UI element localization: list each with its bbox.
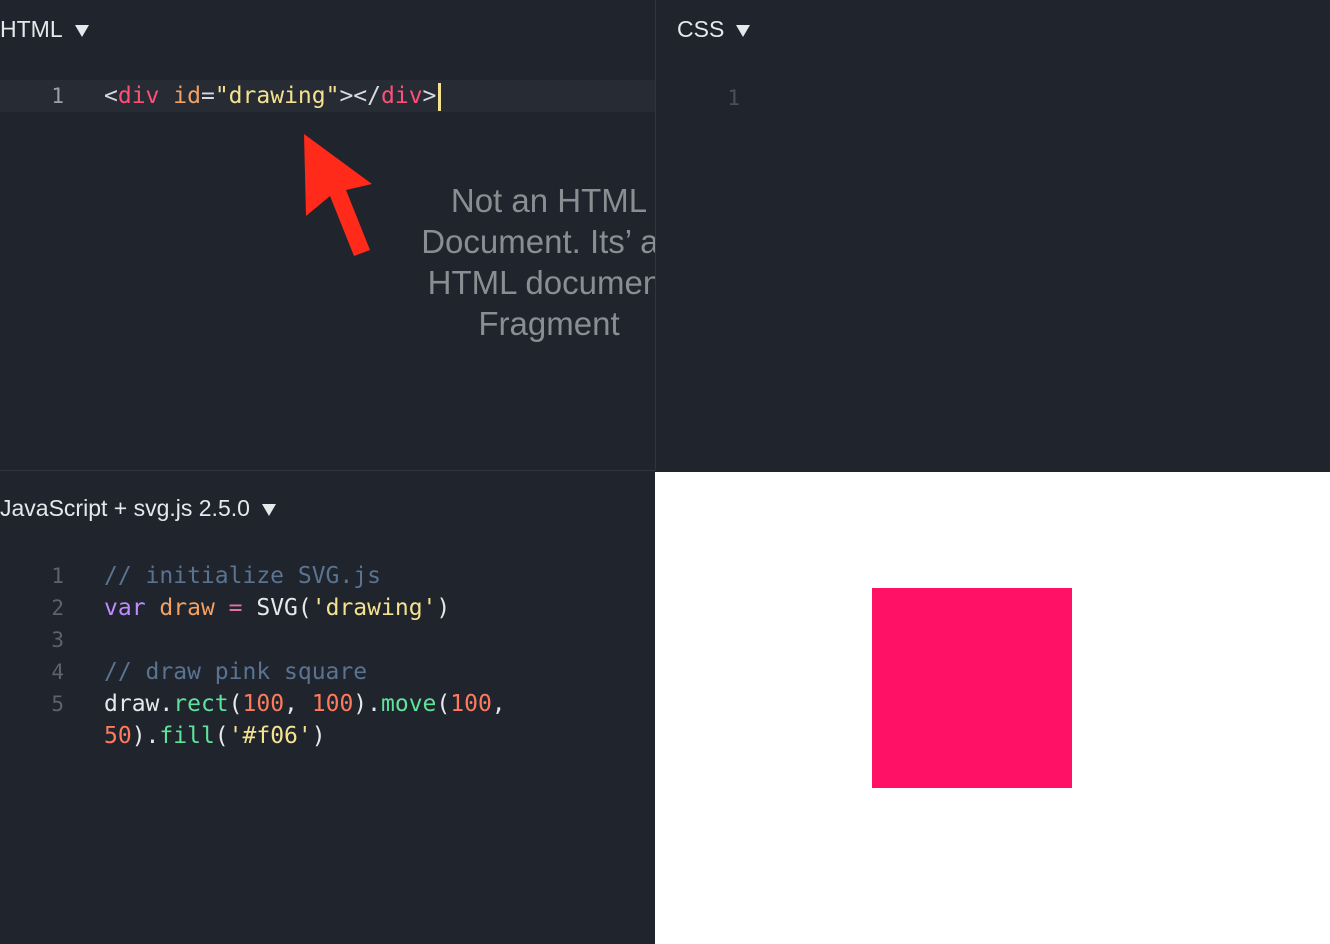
code-text: // initialize SVG.js: [104, 560, 381, 592]
code-token: 100: [311, 691, 354, 717]
annotation-line: Not an HTML: [450, 182, 648, 219]
html-pane: HTML 1 <div id="drawing"></div> Not an HT…: [0, 0, 655, 470]
annotation-text: Not an HTML Document. Its’ an HTML docum…: [409, 180, 655, 344]
code-token: ,: [284, 691, 312, 717]
css-pane: CSS 1: [655, 0, 1330, 470]
css-pane-header[interactable]: CSS: [677, 16, 751, 43]
annotation-line: Fragment: [478, 305, 620, 342]
html-code-editor[interactable]: 1 <div id="drawing"></div>: [0, 80, 655, 112]
code-token: ).: [131, 723, 160, 749]
text-cursor: [438, 82, 442, 111]
line-number: 1: [727, 86, 740, 110]
code-token: var: [104, 595, 146, 621]
js-pane-label: JavaScript + svg.js 2.5.0: [0, 495, 250, 521]
code-token: id: [173, 83, 201, 109]
js-pane: JavaScript + svg.js 2.5.0 1 // initialize…: [0, 470, 655, 944]
code-token: draw.: [104, 691, 174, 717]
annotation-line: HTML document: [427, 264, 655, 301]
code-token: move: [381, 691, 437, 717]
code-token: rect: [173, 691, 229, 717]
line-number: 4: [51, 660, 64, 684]
dropdown-caret-icon[interactable]: [74, 24, 89, 37]
code-token: ,: [491, 691, 506, 717]
code-token: draw: [159, 595, 215, 621]
red-arrow-icon: [304, 134, 372, 256]
code-token: (: [228, 691, 243, 717]
html-pane-label: HTML: [0, 16, 63, 42]
editor-app: HTML 1 <div id="drawing"></div> Not an HT…: [0, 0, 1330, 944]
code-text: // draw pink square: [104, 656, 367, 688]
js-pane-header[interactable]: JavaScript + svg.js 2.5.0: [0, 495, 276, 522]
line-number: 1: [51, 564, 64, 588]
output-preview[interactable]: [655, 472, 1330, 944]
line-number: 5: [51, 692, 64, 716]
code-token: '#f06': [228, 723, 312, 749]
code-token: >: [422, 83, 437, 109]
code-token: ): [436, 595, 451, 621]
line-number: 1: [51, 84, 64, 108]
code-token: ></: [339, 83, 381, 109]
line-number: 3: [51, 628, 64, 652]
code-token: fill: [159, 723, 215, 749]
code-token: 100: [242, 691, 285, 717]
code-token: =: [228, 595, 243, 621]
code-token: SVG(: [242, 595, 312, 621]
line-number: 2: [51, 596, 64, 620]
code-token: 'drawing': [311, 595, 437, 621]
code-token: div: [117, 83, 160, 109]
code-token: "drawing": [214, 83, 340, 109]
dropdown-caret-icon[interactable]: [736, 24, 751, 37]
code-text: 50).fill('#f06'): [104, 720, 326, 752]
code-text: <div id="drawing"></div>: [104, 80, 442, 112]
code-token: <: [104, 83, 118, 109]
code-line[interactable]: 1 <div id="drawing"></div>: [0, 80, 655, 112]
code-token: (: [214, 723, 229, 749]
css-pane-label: CSS: [677, 16, 725, 42]
html-pane-header[interactable]: HTML: [0, 16, 89, 43]
dropdown-caret-icon[interactable]: [261, 503, 276, 516]
code-token: ).: [353, 691, 381, 717]
pink-square: [872, 588, 1072, 788]
code-token: 100: [450, 691, 492, 717]
code-token: (: [436, 691, 451, 717]
code-token: div: [381, 83, 423, 109]
code-text: var draw = SVG('drawing'): [104, 592, 450, 624]
annotation-line: Document. Its’ an: [421, 223, 655, 260]
code-token: // initialize SVG.js: [104, 563, 381, 589]
code-token: =: [200, 83, 215, 109]
code-token: ): [311, 723, 326, 749]
code-text: draw.rect(100, 100).move(100,: [104, 688, 506, 720]
code-token: // draw pink square: [104, 659, 368, 685]
code-token: 50: [104, 723, 132, 749]
